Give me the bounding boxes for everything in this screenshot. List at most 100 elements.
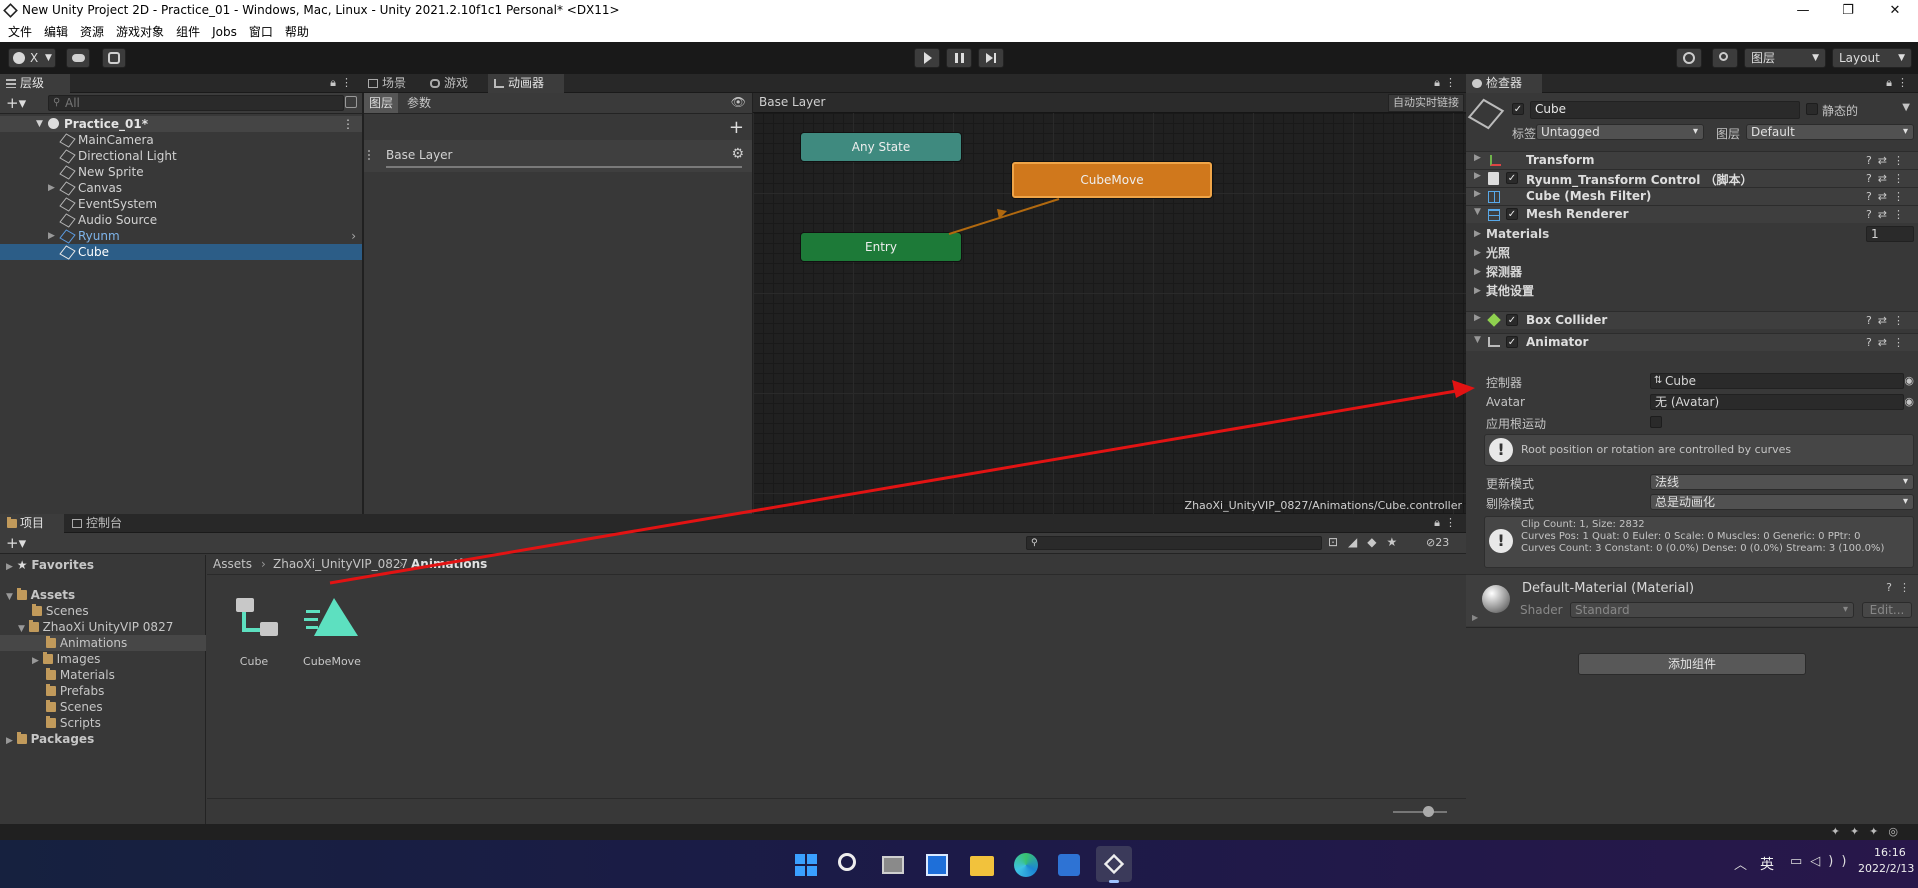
tab-parameters[interactable]: 参数: [402, 93, 436, 113]
tray-icons[interactable]: ▭◁)): [1790, 854, 1854, 869]
lock-icon[interactable]: 🔒︎: [1434, 76, 1440, 90]
menu-help[interactable]: 帮助: [285, 22, 309, 42]
hierarchy-item-prefab[interactable]: ▶ Ryunm ›: [0, 228, 362, 244]
layer-row[interactable]: Base Layer ⚙: [364, 140, 752, 172]
edge-icon[interactable]: [1014, 853, 1038, 877]
tab-inspector[interactable]: 检查器: [1466, 74, 1542, 93]
account-button[interactable]: X ▼: [8, 48, 56, 68]
menu-edit[interactable]: 编辑: [44, 22, 68, 42]
tree-assets[interactable]: ▼ Assets: [6, 587, 75, 603]
tab-game[interactable]: 游戏: [424, 74, 488, 93]
lock-icon[interactable]: 🔒︎: [330, 76, 336, 90]
scene-row[interactable]: ▼ Practice_01* ⋮: [0, 116, 362, 132]
tree-favorites[interactable]: ▶ ★ Favorites: [6, 557, 94, 573]
tab-console[interactable]: 控制台: [66, 514, 140, 533]
tag-dropdown[interactable]: Untagged: [1536, 124, 1704, 140]
hierarchy-item[interactable]: EventSystem: [0, 196, 362, 212]
component-mesh-filter[interactable]: ▶ Cube (Mesh Filter) ?⇄⋮: [1466, 187, 1918, 205]
layers-dropdown[interactable]: 图层 ▼: [1744, 48, 1826, 68]
layout-dropdown[interactable]: Layout ▼: [1832, 48, 1912, 68]
avatar-field[interactable]: 无 (Avatar): [1650, 394, 1904, 410]
hierarchy-search-input[interactable]: ⚲ All: [48, 95, 344, 111]
other-settings-row[interactable]: ▶ 其他设置: [1466, 282, 1918, 300]
task-view-icon[interactable]: [882, 856, 904, 874]
hierarchy-item-selected[interactable]: Cube: [0, 244, 362, 260]
gear-icon[interactable]: ⚙: [731, 146, 744, 162]
materials-count-field[interactable]: 1: [1866, 226, 1914, 242]
collab-icon[interactable]: [102, 48, 126, 68]
menu-component[interactable]: 组件: [176, 22, 200, 42]
menu-jobs[interactable]: Jobs: [212, 22, 237, 42]
lock-icon[interactable]: 🔒︎: [1434, 516, 1440, 530]
hierarchy-item[interactable]: Directional Light: [0, 148, 362, 164]
more-icon[interactable]: ⋮: [1445, 76, 1456, 89]
play-button[interactable]: [914, 48, 940, 68]
component-mesh-renderer[interactable]: ▼ ✓ Mesh Renderer ?⇄⋮: [1466, 205, 1918, 223]
tab-animator[interactable]: 动画器: [488, 74, 564, 93]
search-options-icon[interactable]: [345, 96, 357, 108]
animator-graph[interactable]: Base Layer 自动实时链接 Any State Entry CubeMo…: [753, 93, 1466, 514]
controller-field[interactable]: ⇅ Cube: [1650, 373, 1904, 389]
tree-scripts[interactable]: Scripts: [46, 715, 101, 731]
scene-menu-icon[interactable]: ⋮: [342, 116, 354, 132]
tree-prefabs[interactable]: Prefabs: [46, 683, 104, 699]
more-icon[interactable]: ⋮: [1897, 76, 1908, 89]
tab-project[interactable]: 项目: [0, 514, 64, 533]
materials-row[interactable]: ▶ Materials 1: [1466, 225, 1918, 243]
static-dropdown-icon[interactable]: ▼: [1902, 102, 1910, 113]
minimize-button[interactable]: —: [1780, 0, 1826, 22]
tree-zhaoxi[interactable]: ▼ ZhaoXi UnityVIP 0827: [18, 619, 173, 635]
hierarchy-item[interactable]: ▶ Canvas: [0, 180, 362, 196]
close-button[interactable]: ✕: [1872, 0, 1918, 22]
tree-animations[interactable]: Animations: [0, 635, 206, 651]
tab-scene[interactable]: 场景: [362, 74, 424, 93]
object-picker-icon[interactable]: ◉: [1904, 374, 1914, 387]
component-script[interactable]: ▶ ✓ Ryunm_Transform Control （脚本） ?⇄⋮: [1466, 169, 1918, 187]
status-icons[interactable]: ✦✦✦◎: [1831, 825, 1908, 838]
menu-window[interactable]: 窗口: [249, 22, 273, 42]
menu-gameobject[interactable]: 游戏对象: [116, 22, 164, 42]
culling-mode-dropdown[interactable]: 总是动画化: [1650, 494, 1914, 510]
file-explorer-icon[interactable]: [970, 856, 994, 876]
step-button[interactable]: [978, 48, 1004, 68]
static-checkbox[interactable]: [1806, 103, 1818, 115]
widgets-icon[interactable]: [926, 854, 948, 876]
probes-row[interactable]: ▶ 探测器: [1466, 263, 1918, 281]
root-motion-checkbox[interactable]: [1650, 416, 1662, 428]
active-checkbox[interactable]: ✓: [1512, 103, 1524, 115]
eye-icon[interactable]: 👁︎: [731, 95, 746, 109]
add-icon[interactable]: +▾: [6, 94, 26, 112]
more-icon[interactable]: ⋮: [341, 76, 352, 89]
search-icon[interactable]: [1712, 48, 1738, 68]
hierarchy-item[interactable]: New Sprite: [0, 164, 362, 180]
tree-packages[interactable]: ▶ Packages: [6, 731, 94, 747]
hidden-count-icon[interactable]: ⊘23: [1426, 536, 1449, 549]
material-section[interactable]: Default-Material (Material) ? ⋮ Shader S…: [1466, 574, 1918, 626]
hierarchy-item[interactable]: MainCamera: [0, 132, 362, 148]
shader-edit-button[interactable]: Edit...: [1862, 602, 1912, 618]
add-layer-button[interactable]: +: [729, 117, 744, 138]
tree-scenes-sub[interactable]: Scenes: [46, 699, 103, 715]
filter-icons[interactable]: ⊡◢◆★: [1328, 535, 1407, 549]
tray-expand-icon[interactable]: ︿: [1734, 854, 1747, 873]
update-mode-dropdown[interactable]: 法线: [1650, 474, 1914, 490]
menu-file[interactable]: 文件: [8, 22, 32, 42]
tab-hierarchy[interactable]: 层级: [0, 74, 70, 93]
ime-indicator[interactable]: 英: [1760, 854, 1774, 874]
start-icon[interactable]: [795, 854, 817, 876]
unity-taskbar-button[interactable]: [1096, 846, 1132, 883]
zoom-slider-track[interactable]: [1393, 811, 1447, 813]
component-box-collider[interactable]: ▶ ✓ Box Collider ?⇄⋮: [1466, 311, 1918, 329]
breadcrumb-assets[interactable]: Assets: [213, 557, 252, 571]
add-component-button[interactable]: 添加组件: [1578, 653, 1806, 675]
zoom-slider-handle[interactable]: [1423, 806, 1434, 817]
shader-dropdown[interactable]: Standard: [1570, 602, 1854, 618]
add-icon[interactable]: +▾: [6, 534, 26, 552]
tab-layers[interactable]: 图层: [364, 93, 398, 113]
breadcrumb-animations[interactable]: Animations: [411, 557, 487, 571]
object-picker-icon[interactable]: ◉: [1904, 395, 1914, 408]
hierarchy-item[interactable]: Audio Source: [0, 212, 362, 228]
project-search-input[interactable]: ⚲: [1026, 536, 1322, 550]
history-icon[interactable]: [1676, 48, 1702, 68]
tree-scenes[interactable]: Scenes: [32, 603, 89, 619]
